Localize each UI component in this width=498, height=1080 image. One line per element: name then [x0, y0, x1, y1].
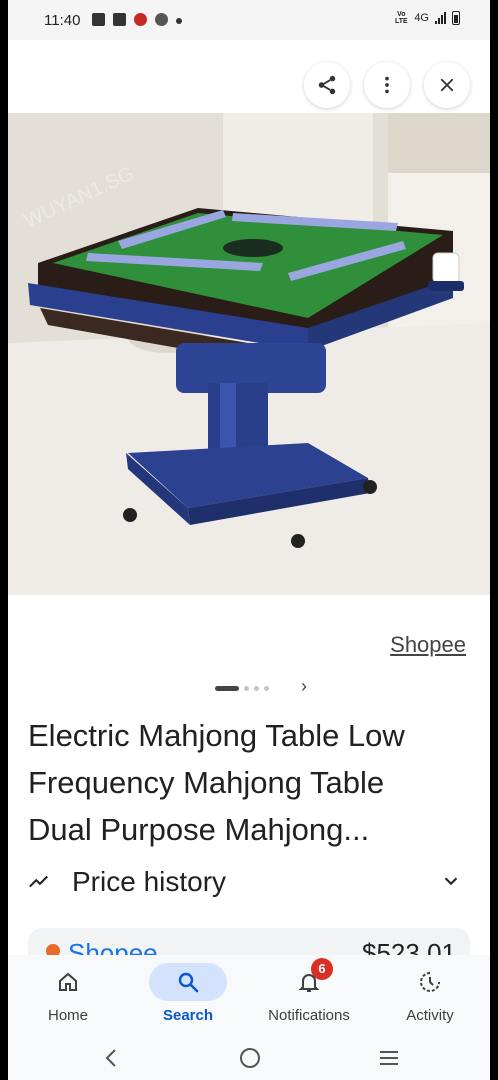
- image-viewer: WUYAN1.SG Shopee: [8, 40, 490, 668]
- carousel-indicator: [215, 686, 269, 691]
- nav-home-label: Home: [47, 1007, 88, 1024]
- back-button[interactable]: [96, 1043, 126, 1073]
- carousel-dot: [264, 686, 269, 691]
- share-button[interactable]: [304, 62, 350, 108]
- nav-notifications[interactable]: 6 Notifications: [259, 955, 359, 1035]
- nav-home[interactable]: Home: [18, 955, 118, 1035]
- source-link[interactable]: Shopee: [378, 625, 478, 665]
- home-system-button[interactable]: [235, 1043, 265, 1073]
- status-right: Vo LTE 4G: [394, 11, 460, 25]
- notification-icons: [92, 13, 182, 26]
- facebook-icon: [113, 13, 126, 26]
- phone-screen: 11:40 Vo LTE 4G WUYAN1.SG Shopee › Elect…: [8, 0, 490, 1080]
- carousel-dot-active: [215, 686, 239, 691]
- close-icon: [440, 78, 454, 92]
- signal-icon: [435, 12, 446, 24]
- nav-activity[interactable]: Activity: [380, 955, 480, 1035]
- nav-search-label: Search: [162, 1007, 214, 1024]
- volte-indicator: Vo LTE: [394, 11, 408, 25]
- product-info: › Electric Mahjong Table Low Frequency M…: [8, 668, 490, 972]
- carousel-next-button[interactable]: ›: [301, 676, 307, 697]
- more-vert-icon: [385, 76, 389, 94]
- facebook-icon: [92, 13, 105, 26]
- more-options-button[interactable]: [364, 62, 410, 108]
- back-icon: [105, 1049, 116, 1067]
- mahjong-table-illustration: WUYAN1.SG: [8, 113, 490, 595]
- chrome-icon: [155, 13, 168, 26]
- status-bar: 11:40 Vo LTE 4G: [8, 0, 490, 40]
- trending-icon: [29, 875, 48, 888]
- notification-badge: 6: [311, 958, 333, 980]
- title-line: Electric Mahjong Table Low: [28, 718, 405, 753]
- system-navigation: [8, 1035, 490, 1080]
- chevron-down-icon[interactable]: [440, 870, 462, 892]
- status-time: 11:40: [44, 12, 81, 29]
- title-line: Dual Purpose Mahjong...: [28, 812, 370, 847]
- price-history-label: Price history: [72, 866, 227, 897]
- close-button[interactable]: [424, 62, 470, 108]
- app-icon: [134, 13, 147, 26]
- nav-search[interactable]: Search: [138, 955, 238, 1035]
- product-image[interactable]: WUYAN1.SG: [8, 113, 490, 595]
- price-history-row[interactable]: Price history: [28, 864, 468, 900]
- nav-notifications-label: Notifications: [268, 1007, 350, 1024]
- product-title: Electric Mahjong Table Low Frequency Mah…: [28, 712, 478, 853]
- home-icon: [59, 972, 77, 991]
- recents-icon: [380, 1051, 398, 1065]
- carousel-dot: [254, 686, 259, 691]
- recents-button[interactable]: [374, 1043, 404, 1073]
- search-icon: [178, 972, 199, 993]
- title-line: Frequency Mahjong Table: [28, 765, 385, 800]
- home-circle-icon: [240, 1048, 260, 1068]
- dot-icon: [176, 18, 182, 24]
- carousel-dot: [244, 686, 249, 691]
- battery-icon: [452, 11, 460, 25]
- activity-icon: [420, 972, 440, 992]
- nav-activity-label: Activity: [406, 1007, 454, 1024]
- network-type: 4G: [414, 12, 429, 24]
- bottom-navigation: Home Search 6 Notifications Activity: [8, 955, 490, 1035]
- share-icon: [318, 75, 336, 95]
